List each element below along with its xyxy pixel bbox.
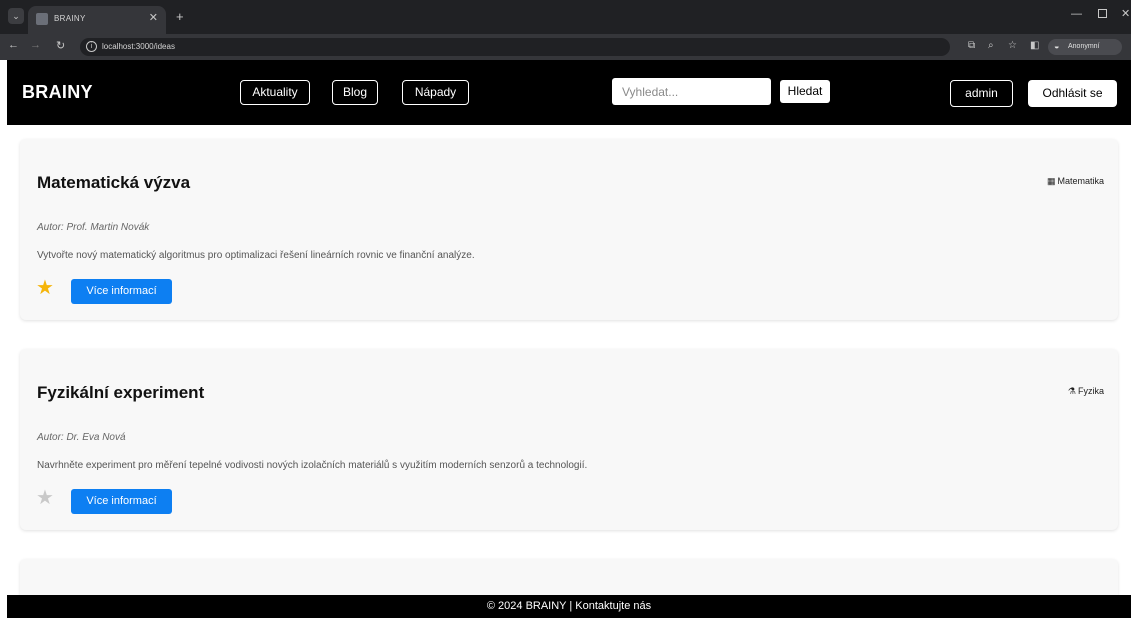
- idea-card-partial: [20, 559, 1118, 595]
- idea-author: Autor: Prof. Martin Novák: [37, 222, 150, 233]
- flask-icon: ⚗: [1067, 386, 1076, 396]
- new-tab-icon[interactable]: +: [176, 9, 184, 24]
- window-close-icon[interactable]: ✕: [1121, 7, 1130, 20]
- zoom-icon[interactable]: ⌕: [988, 40, 994, 51]
- search-input[interactable]: [612, 78, 771, 105]
- tab-close-icon[interactable]: ✕: [149, 11, 158, 24]
- calculator-icon: ▦: [1046, 176, 1056, 186]
- browser-tab[interactable]: BRAINY ✕: [28, 6, 166, 34]
- tab-strip: ⌄ BRAINY ✕ + — ✕: [0, 0, 1131, 34]
- more-info-button[interactable]: Více informací: [71, 489, 172, 514]
- brand-logo[interactable]: BRAINY: [22, 82, 93, 103]
- incognito-icon: ◒: [1054, 41, 1060, 51]
- ideas-list: Matematická výzva ▦ Matematika Autor: Pro…: [7, 125, 1131, 595]
- user-button[interactable]: admin: [950, 80, 1013, 107]
- tab-search-icon[interactable]: ⌄: [8, 8, 24, 24]
- idea-description: Vytvořte nový matematický algoritmus pro…: [37, 250, 475, 261]
- idea-author: Autor: Dr. Eva Nová: [37, 432, 126, 443]
- profile-label: Anonymní: [1068, 43, 1100, 50]
- site-header: BRAINY Aktuality Blog Nápady Hledat admi…: [7, 60, 1131, 125]
- more-info-button[interactable]: Více informací: [71, 279, 172, 304]
- favorite-star-icon[interactable]: ★: [36, 278, 54, 298]
- idea-category: ▦ Matematika: [1047, 176, 1104, 187]
- forward-icon[interactable]: →: [30, 39, 41, 51]
- browser-toolbar: ← → ↻ i localhost:3000/ideas ⧉ ⌕ ☆ ◧ ◒ A…: [0, 34, 1131, 60]
- footer-text[interactable]: © 2024 BRAINY | Kontaktujte nás: [7, 600, 1131, 612]
- tab-title: BRAINY: [54, 14, 86, 23]
- back-icon[interactable]: ←: [8, 39, 19, 51]
- favicon-icon: [36, 13, 48, 25]
- nav-blog[interactable]: Blog: [332, 80, 378, 105]
- browser-window: ⌄ BRAINY ✕ + — ✕ ← → ↻ i localhost:3000/…: [0, 0, 1131, 60]
- translate-icon[interactable]: ⧉: [968, 40, 975, 51]
- idea-title: Matematická výzva: [37, 173, 191, 192]
- idea-category-label: Matematika: [1057, 176, 1104, 186]
- side-panel-icon[interactable]: ◧: [1030, 40, 1039, 51]
- idea-card: Matematická výzva ▦ Matematika Autor: Pro…: [20, 139, 1118, 320]
- idea-description: Navrhněte experiment pro měření tepelné …: [37, 460, 588, 471]
- idea-title: Fyzikální experiment: [37, 383, 205, 402]
- logout-button[interactable]: Odhlásit se: [1028, 80, 1117, 107]
- incognito-profile-button[interactable]: ◒ Anonymní: [1048, 39, 1122, 55]
- site-info-icon[interactable]: i: [86, 41, 97, 52]
- nav-napady[interactable]: Nápady: [402, 80, 469, 105]
- favorite-star-icon[interactable]: ★: [36, 488, 54, 508]
- bookmark-star-icon[interactable]: ☆: [1008, 40, 1017, 51]
- nav-aktuality[interactable]: Aktuality: [240, 80, 310, 105]
- search-button[interactable]: Hledat: [780, 80, 830, 103]
- idea-card: Fyzikální experiment ⚗ Fyzika Autor: Dr. …: [20, 349, 1118, 530]
- site-footer: © 2024 BRAINY | Kontaktujte nás: [7, 595, 1131, 618]
- idea-category-label: Fyzika: [1077, 386, 1104, 396]
- address-url: localhost:3000/ideas: [102, 42, 175, 51]
- reload-icon[interactable]: ↻: [56, 39, 65, 52]
- idea-category: ⚗ Fyzika: [1068, 386, 1104, 397]
- window-maximize-icon[interactable]: [1098, 9, 1107, 18]
- window-minimize-icon[interactable]: —: [1071, 8, 1082, 20]
- address-bar[interactable]: i localhost:3000/ideas: [80, 38, 950, 56]
